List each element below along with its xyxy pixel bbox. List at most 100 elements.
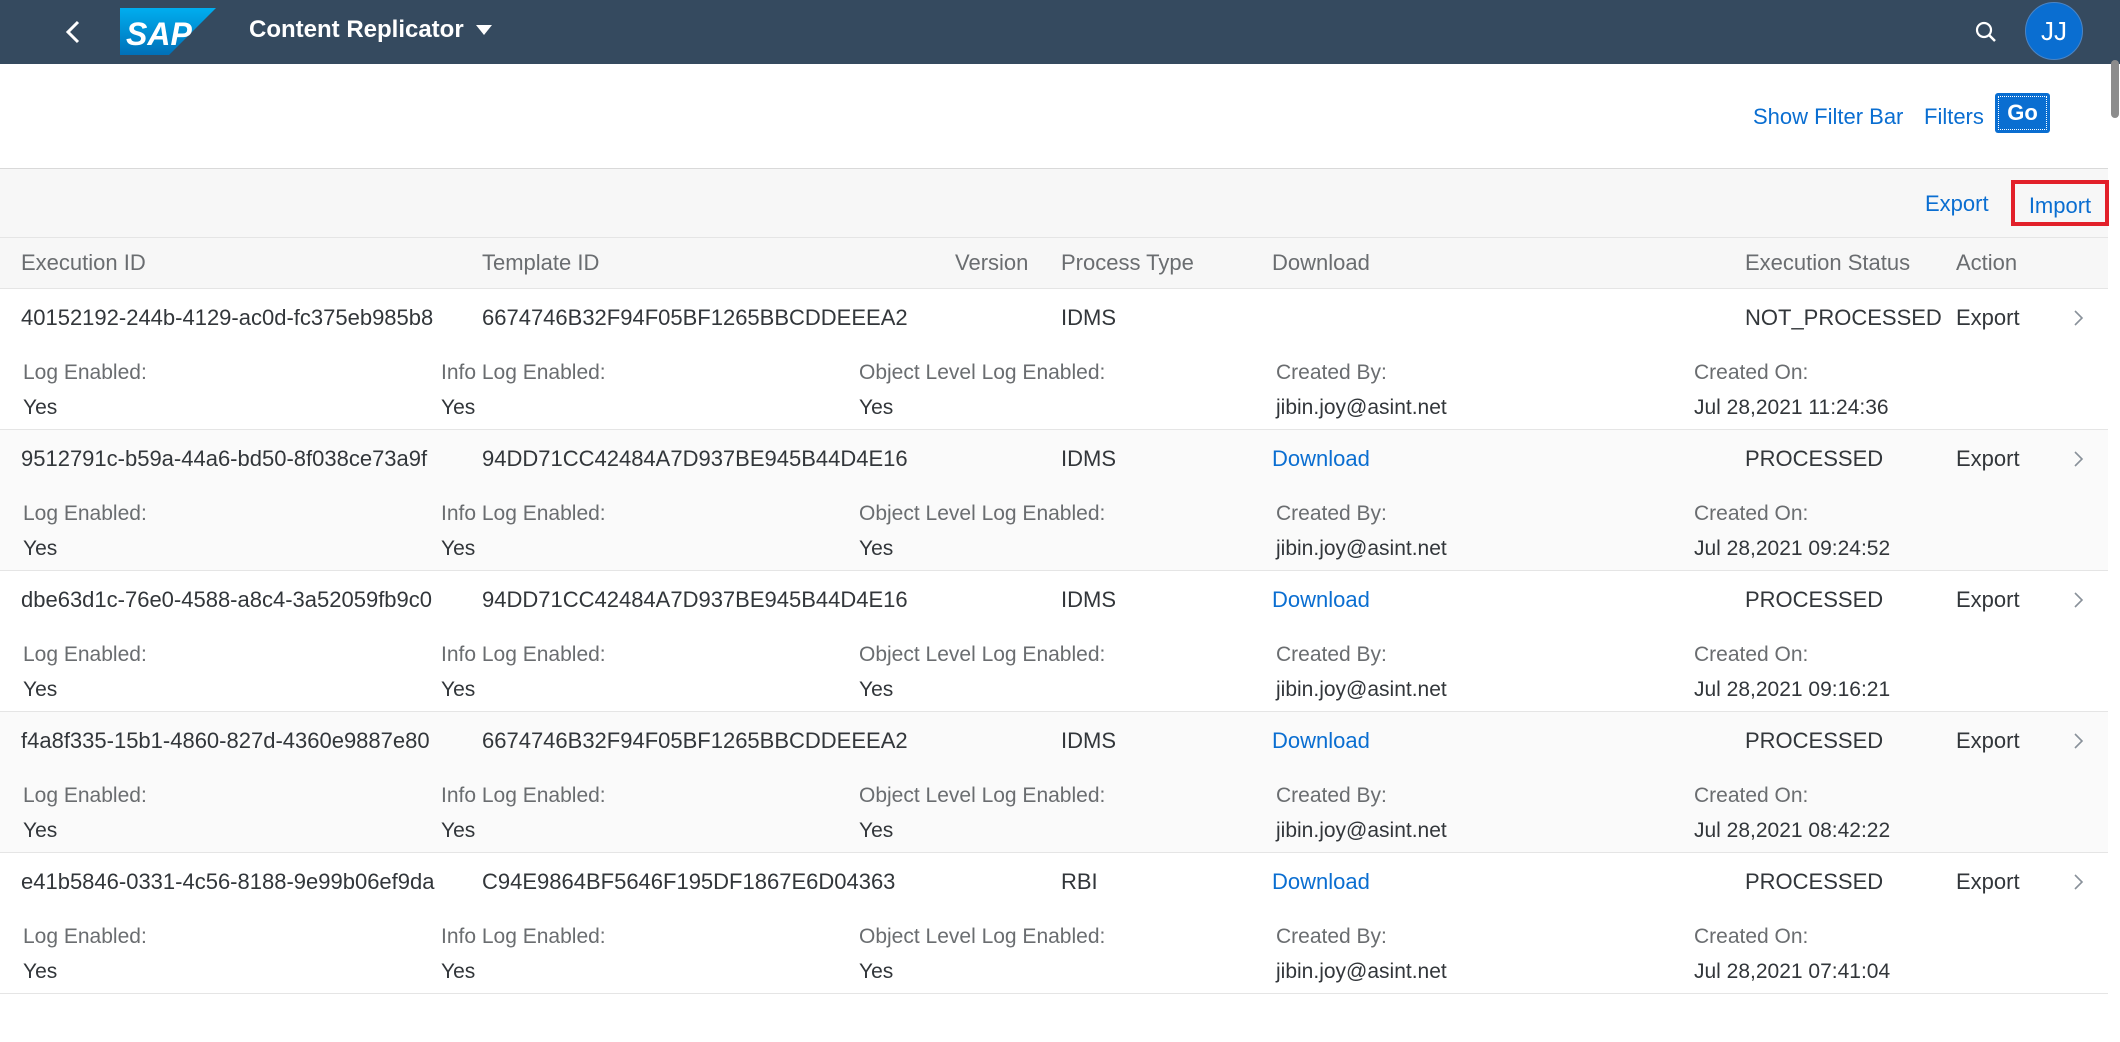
object-level-log-enabled-value: Yes (859, 960, 894, 983)
export-button[interactable]: Export (1925, 191, 1989, 217)
created-on-label: Created On: (1694, 502, 1809, 525)
row-export-action[interactable]: Export (1956, 446, 2020, 472)
chevron-right-icon[interactable] (2072, 730, 2086, 752)
chevron-right-icon[interactable] (2072, 871, 2086, 893)
object-level-log-enabled-label: Object Level Log Enabled: (859, 502, 1106, 525)
row-export-action[interactable]: Export (1956, 728, 2020, 754)
created-on-value: Jul 28,2021 11:24:36 (1694, 396, 1889, 419)
row-export-action[interactable]: Export (1956, 305, 2020, 331)
execution-id: 40152192-244b-4129-ac0d-fc375eb985b8 (21, 305, 434, 330)
download-link[interactable]: Download (1272, 446, 1370, 472)
object-level-log-enabled-label: Object Level Log Enabled: (859, 784, 1106, 807)
info-log-enabled-label: Info Log Enabled: (441, 502, 606, 525)
download-link[interactable]: Download (1272, 869, 1370, 895)
process-type: IDMS (1061, 728, 1116, 753)
app-title: Content Replicator (249, 16, 464, 43)
execution-status: NOT_PROCESSED (1745, 305, 1942, 330)
created-on-value: Jul 28,2021 08:42:22 (1694, 819, 1891, 842)
execution-id: 9512791c-b59a-44a6-bd50-8f038ce73a9f (21, 446, 428, 471)
table-row[interactable]: 9512791c-b59a-44a6-bd50-8f038ce73a9f 94D… (0, 430, 2108, 571)
log-enabled-value: Yes (23, 678, 58, 701)
sap-logo[interactable]: SAP (120, 8, 216, 55)
go-button[interactable]: Go (1995, 93, 2050, 133)
created-on-label: Created On: (1694, 925, 1809, 948)
created-by-value: jibin.joy@asint.net (1276, 819, 1447, 842)
object-level-log-enabled-label: Object Level Log Enabled: (859, 643, 1106, 666)
process-type: RBI (1061, 869, 1098, 894)
chevron-right-icon[interactable] (2072, 448, 2086, 470)
table-row[interactable]: 40152192-244b-4129-ac0d-fc375eb985b8 667… (0, 289, 2108, 430)
created-on-value: Jul 28,2021 09:24:52 (1694, 537, 1891, 560)
user-avatar[interactable]: JJ (2025, 2, 2083, 60)
table-row[interactable]: dbe63d1c-76e0-4588-a8c4-3a52059fb9c0 94D… (0, 571, 2108, 712)
app-title-menu[interactable]: Content Replicator (249, 0, 492, 60)
info-log-enabled-value: Yes (441, 678, 476, 701)
log-enabled-label: Log Enabled: (23, 784, 147, 807)
created-by-value: jibin.joy@asint.net (1276, 537, 1447, 560)
template-id: C94E9864BF5646F195DF1867E6D04363 (482, 869, 896, 894)
info-log-enabled-label: Info Log Enabled: (441, 925, 606, 948)
process-type: IDMS (1061, 587, 1116, 612)
template-id: 6674746B32F94F05BF1265BBCDDEEEA2 (482, 728, 908, 753)
search-button[interactable] (1968, 14, 2004, 50)
filters-link[interactable]: Filters (1924, 104, 1984, 130)
info-log-enabled-value: Yes (441, 819, 476, 842)
created-by-label: Created By: (1276, 643, 1387, 666)
info-log-enabled-value: Yes (441, 396, 476, 419)
show-filter-bar-link[interactable]: Show Filter Bar (1753, 104, 1903, 130)
table-toolbar: Export Import (0, 169, 2109, 238)
chevron-right-icon[interactable] (2072, 307, 2086, 329)
execution-status: PROCESSED (1745, 728, 1884, 753)
created-by-value: jibin.joy@asint.net (1276, 678, 1447, 701)
log-enabled-label: Log Enabled: (23, 361, 147, 384)
created-on-label: Created On: (1694, 643, 1809, 666)
column-version: Version (955, 250, 1029, 275)
object-level-log-enabled-value: Yes (859, 537, 894, 560)
back-button[interactable] (56, 14, 92, 50)
download-link[interactable]: Download (1272, 728, 1370, 754)
column-execution-id: Execution ID (21, 250, 146, 275)
log-enabled-value: Yes (23, 819, 58, 842)
page-scrollbar[interactable] (2110, 64, 2118, 1042)
chevron-right-icon[interactable] (2072, 589, 2086, 611)
row-export-action[interactable]: Export (1956, 587, 2020, 613)
created-by-label: Created By: (1276, 502, 1387, 525)
created-by-value: jibin.joy@asint.net (1276, 396, 1447, 419)
search-icon (1975, 21, 1996, 42)
info-log-enabled-label: Info Log Enabled: (441, 643, 606, 666)
sap-logo-text: SAP (126, 16, 192, 52)
scrollbar-thumb[interactable] (2111, 60, 2119, 118)
created-on-label: Created On: (1694, 784, 1809, 807)
chevron-left-icon (65, 20, 80, 44)
execution-status: PROCESSED (1745, 587, 1884, 612)
object-level-log-enabled-value: Yes (859, 819, 894, 842)
column-execution-status: Execution Status (1745, 250, 1911, 275)
created-by-label: Created By: (1276, 361, 1387, 384)
log-enabled-value: Yes (23, 960, 58, 983)
download-link[interactable]: Download (1272, 587, 1370, 613)
column-template-id: Template ID (482, 250, 600, 275)
created-by-label: Created By: (1276, 925, 1387, 948)
log-enabled-value: Yes (23, 396, 58, 419)
info-log-enabled-value: Yes (441, 537, 476, 560)
process-type: IDMS (1061, 305, 1116, 330)
template-id: 94DD71CC42484A7D937BE945B44D4E16 (482, 446, 908, 471)
log-enabled-value: Yes (23, 537, 58, 560)
info-log-enabled-value: Yes (441, 960, 476, 983)
column-action: Action (1956, 250, 2018, 275)
table-row[interactable]: f4a8f335-15b1-4860-827d-4360e9887e80 667… (0, 712, 2108, 853)
execution-id: e41b5846-0331-4c56-8188-9e99b06ef9da (21, 869, 435, 894)
created-on-value: Jul 28,2021 09:16:21 (1694, 678, 1891, 701)
table-row[interactable]: e41b5846-0331-4c56-8188-9e99b06ef9da C94… (0, 853, 2108, 994)
column-process-type: Process Type (1061, 250, 1194, 275)
template-id: 6674746B32F94F05BF1265BBCDDEEEA2 (482, 305, 908, 330)
object-level-log-enabled-label: Object Level Log Enabled: (859, 361, 1106, 384)
object-level-log-enabled-label: Object Level Log Enabled: (859, 925, 1106, 948)
execution-id: dbe63d1c-76e0-4588-a8c4-3a52059fb9c0 (21, 587, 433, 612)
log-enabled-label: Log Enabled: (23, 502, 147, 525)
import-button[interactable]: Import (2011, 180, 2109, 226)
execution-id: f4a8f335-15b1-4860-827d-4360e9887e80 (21, 728, 430, 753)
info-log-enabled-label: Info Log Enabled: (441, 361, 606, 384)
object-level-log-enabled-value: Yes (859, 396, 894, 419)
row-export-action[interactable]: Export (1956, 869, 2020, 895)
